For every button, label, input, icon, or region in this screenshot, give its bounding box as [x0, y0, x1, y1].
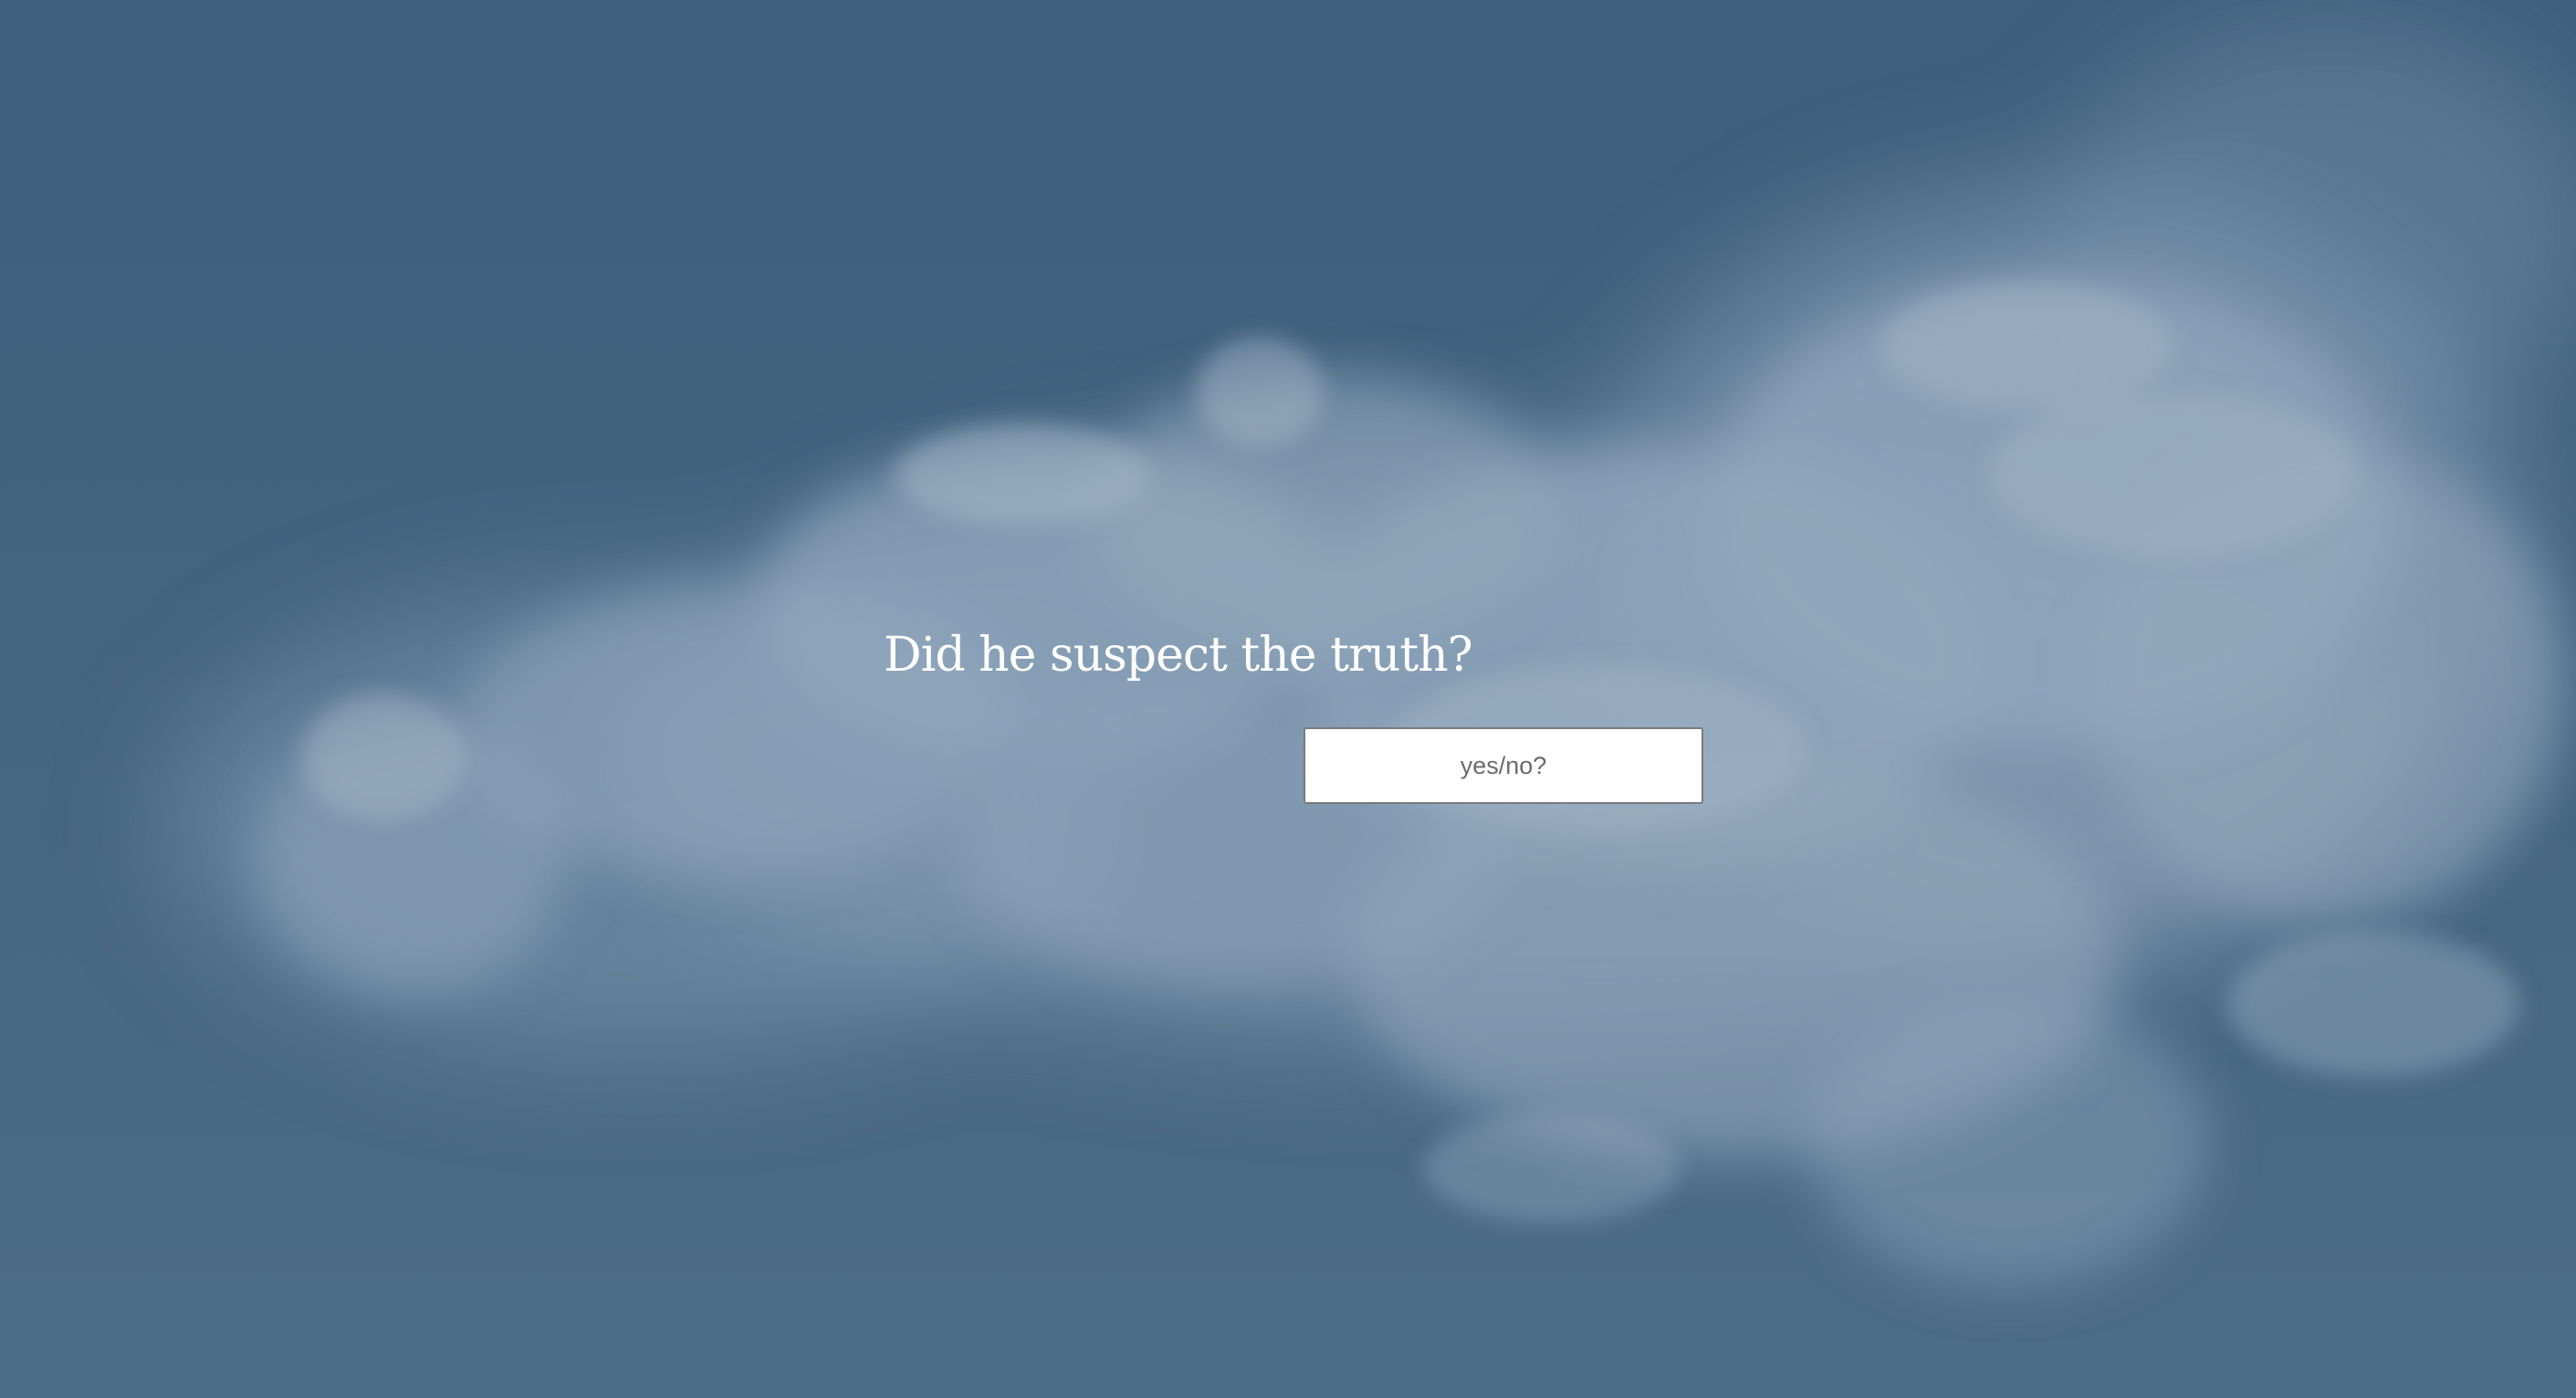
page-background: Did he suspect the truth?: [0, 0, 2576, 1398]
answer-input[interactable]: [1304, 727, 1703, 804]
question-heading: Did he suspect the truth?: [884, 628, 1473, 683]
smoke-cloud-background: [164, 18, 2576, 1287]
